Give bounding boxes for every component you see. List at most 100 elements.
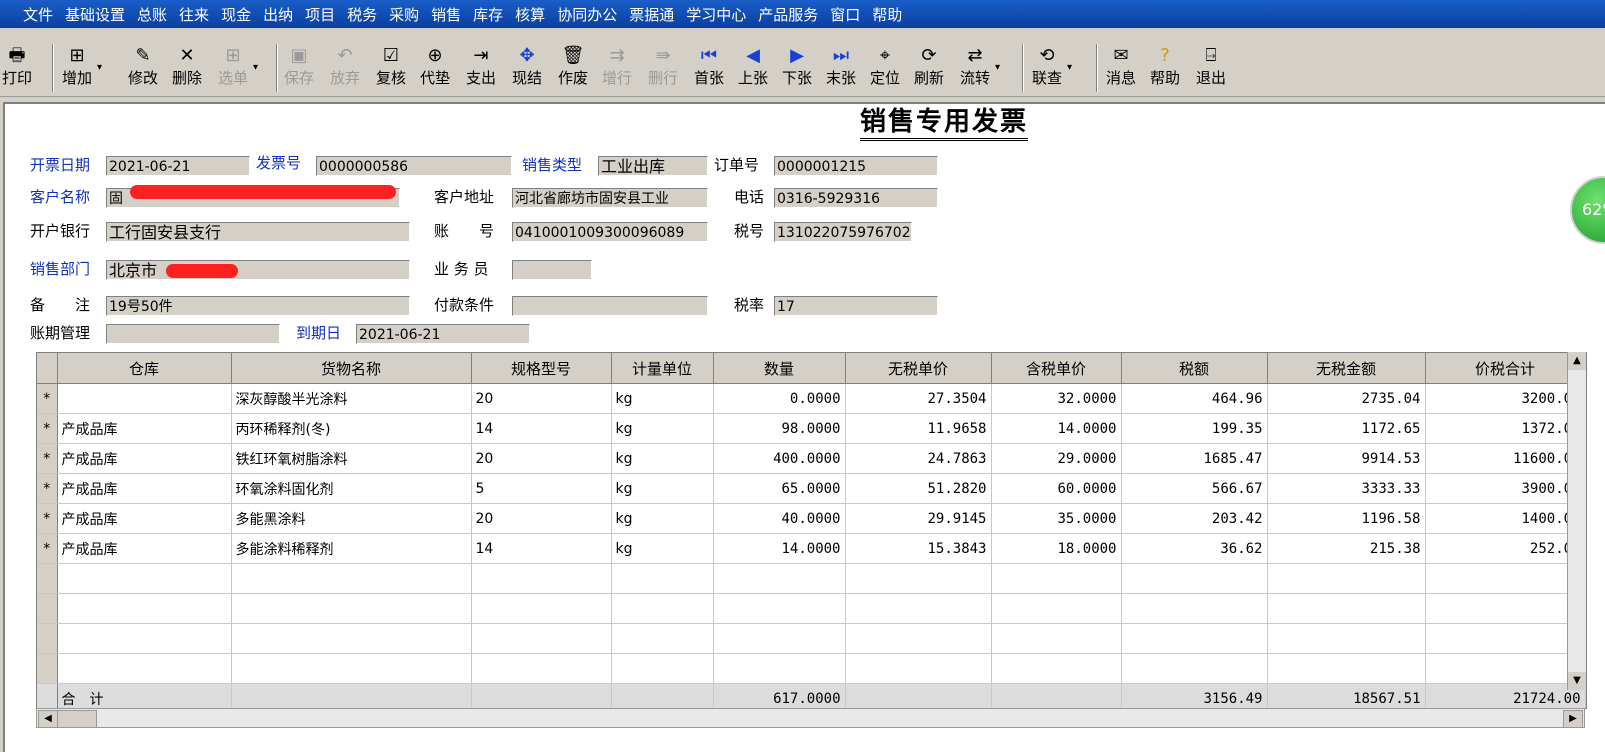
table-cell-tprice[interactable]: 18.0000 xyxy=(991,533,1122,564)
table-cell-price[interactable]: 51.2820 xyxy=(845,473,992,504)
chevron-down-icon[interactable]: ▾ xyxy=(1067,62,1072,73)
table-cell-name[interactable]: 丙环稀释剂(冬) xyxy=(231,413,472,444)
table-cell-empty[interactable] xyxy=(845,593,992,624)
table-cell-empty[interactable] xyxy=(1267,623,1426,654)
table-cell-price[interactable]: 29.9145 xyxy=(845,503,992,534)
menu-item[interactable]: 帮助 xyxy=(869,4,905,25)
table-cell-empty[interactable] xyxy=(1425,653,1586,684)
table-cell-spec[interactable]: 14 xyxy=(471,413,612,444)
table-cell-total[interactable]: 11600.00 xyxy=(1425,443,1586,474)
menu-item[interactable]: 往来 xyxy=(176,4,212,25)
table-cell-qty[interactable]: 400.0000 xyxy=(713,443,846,474)
row-indicator[interactable]: * xyxy=(37,443,58,474)
table-cell-empty[interactable] xyxy=(231,623,472,654)
table-cell-empty[interactable] xyxy=(231,653,472,684)
table-cell-empty[interactable] xyxy=(611,563,714,594)
void-button[interactable]: 🗑 作废 xyxy=(558,44,588,94)
tax-rate-field[interactable]: 17 xyxy=(774,296,938,316)
table-cell-unit[interactable]: kg xyxy=(611,503,714,534)
table-cell-tprice[interactable]: 35.0000 xyxy=(991,503,1122,534)
row-indicator[interactable] xyxy=(37,653,58,684)
due-date-field[interactable]: 2021-06-21 xyxy=(356,324,530,344)
table-cell-total[interactable]: 3200.00 xyxy=(1425,383,1586,414)
chevron-down-icon[interactable]: ▾ xyxy=(253,62,258,73)
last-button[interactable]: ⏭ 末张 xyxy=(826,44,856,94)
scroll-thumb[interactable] xyxy=(57,710,97,728)
table-cell-empty[interactable] xyxy=(57,593,232,624)
table-cell-tax[interactable]: 199.35 xyxy=(1121,413,1268,444)
table-cell-price[interactable]: 24.7863 xyxy=(845,443,992,474)
table-cell-price[interactable]: 15.3843 xyxy=(845,533,992,564)
message-button[interactable]: ✉ 消息 xyxy=(1106,44,1136,94)
chevron-down-icon[interactable]: ▾ xyxy=(995,62,1000,73)
note-field[interactable]: 19号50件 xyxy=(106,296,410,316)
table-cell-amt[interactable]: 215.38 xyxy=(1267,533,1426,564)
settle-button[interactable]: ✥ 现结 xyxy=(512,44,542,94)
row-indicator[interactable] xyxy=(37,563,58,594)
help-button[interactable]: ? 帮助 xyxy=(1150,44,1180,94)
table-cell-qty[interactable]: 14.0000 xyxy=(713,533,846,564)
table-cell-empty[interactable] xyxy=(713,653,846,684)
account-field[interactable]: 0410001009300096089 xyxy=(512,222,708,242)
table-cell-empty[interactable] xyxy=(611,623,714,654)
table-cell-empty[interactable] xyxy=(991,593,1122,624)
scroll-down-icon[interactable]: ▼ xyxy=(1568,672,1586,690)
table-cell-qty[interactable]: 0.0000 xyxy=(713,383,846,414)
row-indicator[interactable]: * xyxy=(37,383,58,414)
dept-field[interactable]: 北京市 xyxy=(106,260,410,280)
table-cell-empty[interactable] xyxy=(713,563,846,594)
table-cell-name[interactable]: 铁红环氧树脂涂料 xyxy=(231,443,472,474)
print-button[interactable]: 🖶 打印 xyxy=(2,44,32,94)
scroll-up-icon[interactable]: ▲ xyxy=(1568,352,1586,370)
table-cell-empty[interactable] xyxy=(57,623,232,654)
table-cell-empty[interactable] xyxy=(845,563,992,594)
refresh-button[interactable]: ⟳ 刷新 xyxy=(914,44,944,94)
table-cell-empty[interactable] xyxy=(1121,653,1268,684)
chevron-down-icon[interactable]: ▾ xyxy=(97,62,102,73)
prev-button[interactable]: ◀ 上张 xyxy=(738,44,768,94)
menu-item[interactable]: 文件 xyxy=(20,4,56,25)
sale-type-field[interactable]: 工业出库 xyxy=(598,156,708,176)
table-cell-tax[interactable]: 203.42 xyxy=(1121,503,1268,534)
table-cell-amt[interactable]: 2735.04 xyxy=(1267,383,1426,414)
bank-field[interactable]: 工行固安县支行 xyxy=(106,222,410,242)
menu-item[interactable]: 基础设置 xyxy=(62,4,128,25)
table-cell-empty[interactable] xyxy=(845,623,992,654)
table-cell-qty[interactable]: 65.0000 xyxy=(713,473,846,504)
menu-item[interactable]: 项目 xyxy=(302,4,338,25)
row-indicator[interactable] xyxy=(37,593,58,624)
table-cell-empty[interactable] xyxy=(713,593,846,624)
table-cell-empty[interactable] xyxy=(1267,593,1426,624)
period-field[interactable] xyxy=(106,324,280,344)
table-cell-spec[interactable]: 5 xyxy=(471,473,612,504)
table-cell-unit[interactable]: kg xyxy=(611,473,714,504)
scroll-right-icon[interactable]: ▶ xyxy=(1563,710,1583,728)
table-cell-tprice[interactable]: 29.0000 xyxy=(991,443,1122,474)
table-cell-tax[interactable]: 566.67 xyxy=(1121,473,1268,504)
table-cell-tprice[interactable]: 32.0000 xyxy=(991,383,1122,414)
menu-item[interactable]: 核算 xyxy=(512,4,548,25)
column-header[interactable]: 价税合计 xyxy=(1425,353,1586,384)
table-cell-wh[interactable] xyxy=(57,383,232,414)
menu-item[interactable]: 现金 xyxy=(218,4,254,25)
table-row[interactable]: * 产成品库 环氧涂料固化剂 5 kg 65.0000 51.2820 60.0000 566.… xyxy=(37,473,1586,504)
table-cell-empty[interactable] xyxy=(1121,593,1268,624)
table-cell-empty[interactable] xyxy=(471,623,612,654)
locate-button[interactable]: ⌖ 定位 xyxy=(870,44,900,94)
phone-field[interactable]: 0316-5929316 xyxy=(774,188,938,208)
add-row-button[interactable]: ⇉ 增行 xyxy=(602,44,632,94)
edit-button[interactable]: ✎ 修改 xyxy=(128,44,158,94)
table-cell-spec[interactable]: 14 xyxy=(471,533,612,564)
table-cell-empty[interactable] xyxy=(57,563,232,594)
table-cell-tax[interactable]: 464.96 xyxy=(1121,383,1268,414)
order-no-field[interactable]: 0000001215 xyxy=(774,156,938,176)
advance-button[interactable]: ⊕ 代垫 xyxy=(420,44,450,94)
table-cell-wh[interactable]: 产成品库 xyxy=(57,533,232,564)
table-cell-empty[interactable] xyxy=(1425,563,1586,594)
table-cell-qty[interactable]: 40.0000 xyxy=(713,503,846,534)
column-header[interactable]: 货物名称 xyxy=(231,353,472,384)
menu-item[interactable]: 出纳 xyxy=(260,4,296,25)
exit-button[interactable]: ⍈ 退出 xyxy=(1196,44,1226,94)
menu-item[interactable]: 学习中心 xyxy=(683,4,749,25)
table-cell-spec[interactable]: 20 xyxy=(471,443,612,474)
